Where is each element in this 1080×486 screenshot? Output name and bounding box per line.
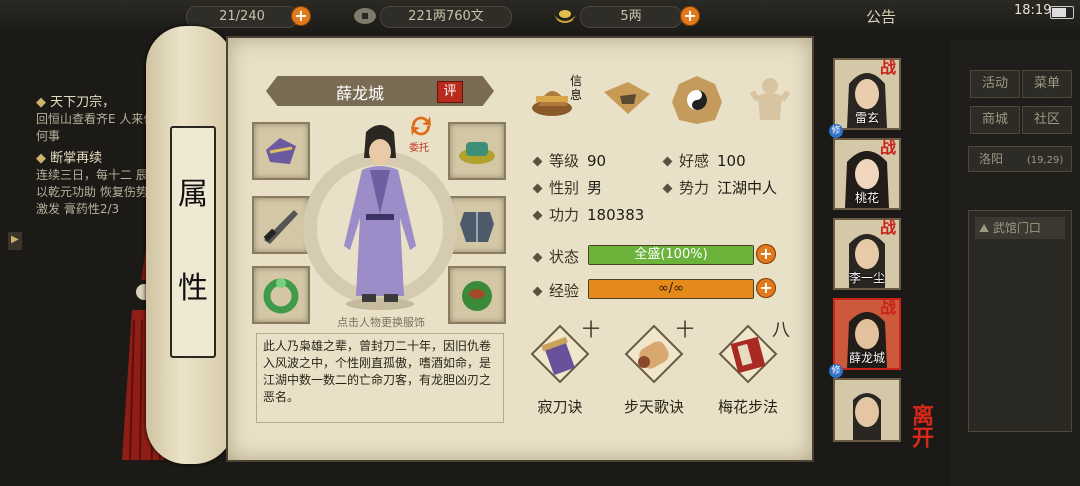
sky-scroll-icon xyxy=(624,324,684,384)
tab-scroll[interactable] xyxy=(598,70,656,126)
power-value: 180383 xyxy=(587,206,645,224)
scroll-book-icon xyxy=(604,82,650,114)
gold-display: 5两 xyxy=(580,6,682,28)
level-value: 90 xyxy=(587,152,607,170)
add-bag-button[interactable]: + xyxy=(291,6,311,26)
attributes-tab-label[interactable]: 属 性 xyxy=(170,126,216,358)
jade-ring-icon xyxy=(263,278,299,314)
coin-icon xyxy=(354,8,376,24)
favor-value: 100 xyxy=(717,152,746,170)
skill-name: 梅花步法 xyxy=(717,398,778,416)
gloves-icon xyxy=(266,138,296,164)
add-exp-button[interactable]: + xyxy=(756,278,776,298)
stat-favor: 好感 100 xyxy=(662,150,746,171)
tab-bagua[interactable] xyxy=(668,70,726,126)
skill-slot[interactable] xyxy=(528,322,592,386)
location-coords: (19,29) xyxy=(1026,155,1064,166)
battle-tag: 战 xyxy=(880,218,897,237)
leave-button[interactable]: 离开 xyxy=(904,404,936,448)
status-bar: 全盛(100%) xyxy=(588,245,754,265)
menu-button[interactable]: 菜单 xyxy=(1022,70,1072,98)
tab-meridians[interactable] xyxy=(740,70,798,126)
change-outfit-hint: 点击人物更换服饰 xyxy=(337,316,425,329)
muscle-body-icon xyxy=(749,78,791,120)
skill-slot[interactable] xyxy=(622,322,686,386)
skill-slot[interactable] xyxy=(716,322,780,386)
tab-info[interactable]: 信息 xyxy=(528,70,586,126)
saber-icon xyxy=(263,210,298,244)
gender-value: 男 xyxy=(587,179,603,197)
hat-icon xyxy=(459,142,495,164)
shop-button[interactable]: 商城 xyxy=(970,106,1020,134)
character-description: 此人乃枭雄之辈，曾封刀二十年，因旧仇卷入风波之中，个性刚直孤傲，嗜酒如命，是江湖… xyxy=(256,333,504,423)
stat-gender: 性别男 xyxy=(532,177,603,198)
review-button[interactable]: 评 xyxy=(437,81,463,103)
plum-book-icon xyxy=(718,324,778,384)
stat-status: 状态 xyxy=(532,246,579,267)
community-button[interactable]: 社区 xyxy=(1022,106,1072,134)
party-member[interactable] xyxy=(833,378,901,442)
faction-value: 江湖中人 xyxy=(717,179,778,197)
cultivate-badge: 修 xyxy=(829,124,843,138)
stat-exp: 经验 xyxy=(532,280,579,301)
armor-icon xyxy=(460,212,494,242)
avatar xyxy=(853,393,881,440)
activity-button[interactable]: 活动 xyxy=(970,70,1020,98)
skill-name: 寂刀诀 xyxy=(537,398,583,416)
battle-tag: 战 xyxy=(880,58,897,77)
money-display: 221两760文 xyxy=(380,6,512,28)
blade-scroll-icon xyxy=(530,324,590,384)
place-item[interactable]: ⛰ 武馆门口 xyxy=(975,217,1065,239)
bagua-icon xyxy=(672,76,722,124)
battery-icon xyxy=(1050,6,1074,19)
amulet-icon xyxy=(462,281,492,311)
stat-power: 功力 180383 xyxy=(532,204,645,225)
add-gold-button[interactable]: + xyxy=(680,6,700,26)
ingot-icon xyxy=(554,10,576,23)
battle-tag: 战 xyxy=(880,138,897,157)
restore-status-button[interactable]: + xyxy=(756,244,776,264)
battle-tag: 战 xyxy=(880,298,897,317)
stat-faction: 势力 江湖中人 xyxy=(662,177,778,198)
character-name: 薛龙城 xyxy=(336,84,385,103)
notice-button[interactable]: 公告 xyxy=(866,6,896,27)
clock: 18:19 xyxy=(1014,3,1052,18)
cultivate-badge: 修 xyxy=(829,364,843,378)
character-figure[interactable] xyxy=(300,118,460,314)
skill-name: 步天歌诀 xyxy=(623,398,684,416)
exp-bar: ∞/∞ xyxy=(588,279,754,299)
location-display: 洛阳 (19,29) xyxy=(968,146,1072,172)
tab-info-label: 信息 xyxy=(570,74,583,102)
stat-level: 等级 90 xyxy=(532,150,607,171)
location-city: 洛阳 xyxy=(979,152,1004,166)
place-list: ⛰ 武馆门口 xyxy=(968,210,1072,432)
collapse-quest-arrow[interactable]: ▶ xyxy=(8,232,22,250)
